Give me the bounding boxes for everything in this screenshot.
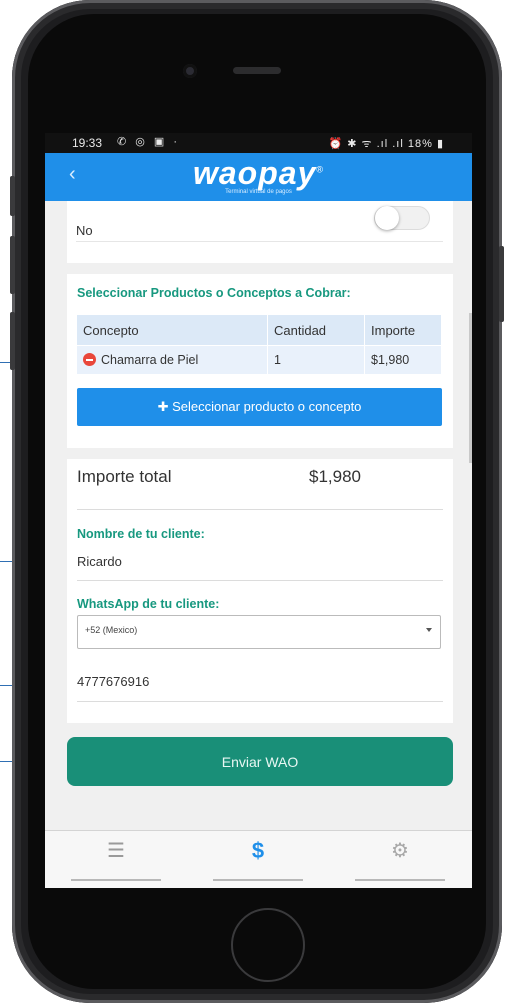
earpiece-speaker [233, 67, 281, 74]
home-button[interactable] [231, 908, 305, 982]
send-wao-button[interactable]: Enviar WAO [67, 737, 453, 786]
battery-icon: ▮ [436, 138, 444, 150]
whatsapp-label: WhatsApp de tu cliente: [77, 597, 220, 611]
remove-item-icon[interactable] [83, 353, 96, 366]
chevron-down-icon [426, 628, 432, 632]
waopay-logo: waopay® [45, 155, 472, 192]
cell-concepto: Chamarra de Piel [77, 345, 268, 374]
status-time: 19:33 [72, 136, 103, 150]
toggle-knob [375, 206, 399, 230]
front-camera [183, 64, 197, 78]
side-button-mute [10, 176, 15, 216]
tab-list[interactable]: ☰ [45, 831, 187, 881]
divider [76, 241, 443, 242]
dollar-icon: $ [251, 838, 265, 863]
logo-text: waopay [192, 155, 317, 191]
name-field-underline [77, 580, 443, 581]
side-button-volume-down [10, 312, 15, 370]
products-table: Concepto Cantidad Importe Chamarra de Pi… [77, 315, 442, 374]
total-value: $1,980 [309, 467, 361, 486]
battery-level: 18% [407, 138, 433, 150]
concepto-text: Chamarra de Piel [101, 353, 199, 367]
toggle-label: No [76, 223, 93, 238]
table-header-row: Concepto Cantidad Importe [77, 315, 442, 346]
cell-cantidad: 1 [267, 345, 365, 374]
column-header-concepto: Concepto [77, 315, 268, 346]
status-bar: 19:33 ✆ ◎ ▣ · ⏰ ✱ ᯤ .ıl .ıl 18% ▮ [45, 133, 472, 153]
tab-payments[interactable]: $ [187, 831, 329, 881]
scrollbar[interactable] [469, 313, 472, 463]
side-button-volume-up [10, 236, 15, 294]
table-row: Chamarra de Piel 1 $1,980 [77, 345, 442, 374]
select-product-button[interactable]: ✚ Seleccionar producto o concepto [77, 388, 442, 426]
phone-field-underline [77, 701, 443, 702]
bottom-tab-bar: ☰ $ ⚙ [45, 830, 472, 888]
country-code-select[interactable]: +52 (Mexico) [77, 615, 441, 649]
products-card: Seleccionar Productos o Conceptos a Cobr… [67, 274, 453, 448]
toggle-card: No [67, 201, 453, 263]
logo-tagline: Terminal virtual de pagos [225, 189, 292, 195]
phone-screen: 19:33 ✆ ◎ ▣ · ⏰ ✱ ᯤ .ıl .ıl 18% ▮ ‹ waop… [45, 133, 472, 888]
gear-icon: ⚙ [391, 840, 409, 862]
products-title: Seleccionar Productos o Conceptos a Cobr… [77, 286, 351, 300]
customer-name-field[interactable]: Ricardo [77, 554, 122, 569]
tab-indicator [213, 879, 303, 881]
summary-card: Importe total $1,980 Nombre de tu client… [67, 459, 453, 723]
status-signal-icons: ⏰ ✱ ᯤ .ıl .ıl [328, 138, 404, 150]
tab-indicator [355, 879, 445, 881]
registered-mark: ® [316, 164, 324, 175]
option-toggle[interactable] [374, 206, 430, 230]
status-system-icons: ⏰ ✱ ᯤ .ıl .ıl 18% ▮ [328, 136, 444, 151]
customer-name-label: Nombre de tu cliente: [77, 527, 205, 541]
status-notification-icons: ✆ ◎ ▣ · [117, 136, 181, 148]
country-code-value: +52 (Mexico) [85, 625, 138, 635]
cell-importe: $1,980 [364, 345, 442, 374]
side-button-power [499, 246, 504, 322]
column-header-cantidad: Cantidad [267, 315, 365, 346]
column-header-importe: Importe [364, 315, 442, 346]
tab-settings[interactable]: ⚙ [329, 831, 471, 881]
tab-indicator [71, 879, 161, 881]
total-label: Importe total [77, 467, 172, 486]
app-header: ‹ waopay® Terminal virtual de pagos [45, 153, 472, 201]
list-icon: ☰ [107, 840, 125, 862]
divider [77, 509, 443, 510]
phone-field[interactable]: 4777676916 [77, 674, 149, 689]
